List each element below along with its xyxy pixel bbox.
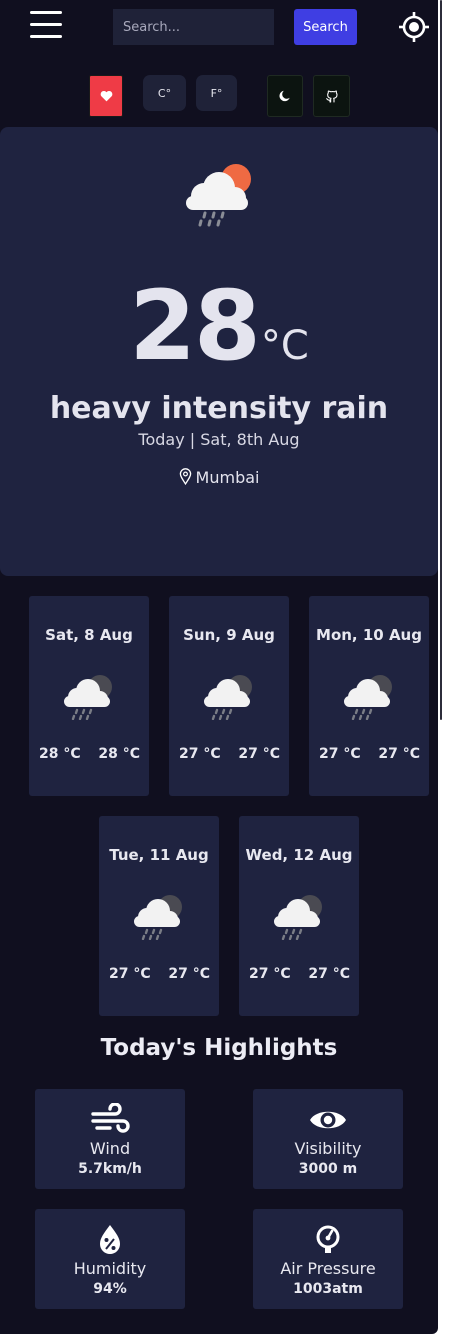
forecast-max-temp: 27 °C [109,966,151,982]
highlight-humidity: Humidity 94% [35,1209,185,1309]
forecast-day: Tue, 11 Aug [109,846,209,864]
humidity-drop-icon [100,1225,120,1254]
temperature-unit: °C [260,323,309,369]
location-pin-icon [179,468,191,486]
forecast-max-temp: 27 °C [249,966,291,982]
highlight-value: 5.7km/h [78,1161,142,1177]
location: Mumbai [0,468,438,487]
location-name: Mumbai [195,468,260,487]
rain-cloud-icon [341,670,397,721]
pressure-gauge-icon [316,1225,340,1253]
scrollbar[interactable] [440,0,442,720]
moon-icon [279,90,290,102]
temperature-value: 28 [129,270,261,382]
forecast-min-temp: 27 °C [238,746,280,762]
highlight-label: Humidity [73,1259,147,1278]
highlight-value: 94% [93,1281,127,1297]
forecast-card: Mon, 10 Aug 27 °C 27 °C [309,596,429,796]
current-location-icon[interactable] [398,11,430,43]
current-weather-card: 28°C heavy intensity rain Today | Sat, 8… [0,127,438,576]
forecast-min-temp: 28 °C [98,746,140,762]
highlights-title: Today's Highlights [100,1035,338,1061]
forecast-card: Tue, 11 Aug 27 °C 27 °C [99,816,219,1016]
eye-icon [310,1111,346,1129]
highlight-value: 1003atm [293,1281,363,1297]
forecast-min-temp: 27 °C [378,746,420,762]
rain-cloud-sun-icon [186,164,251,227]
forecast-day: Sat, 8 Aug [45,626,133,644]
forecast-card: Wed, 12 Aug 27 °C 27 °C [239,816,359,1016]
current-date: Today | Sat, 8th Aug [138,430,300,449]
forecast-max-temp: 27 °C [319,746,361,762]
forecast-card: Sun, 9 Aug 27 °C 27 °C [169,596,289,796]
forecast-card: Sat, 8 Aug 28 °C 28 °C [29,596,149,796]
highlight-visibility: Visibility 3000 m [253,1089,403,1189]
favorite-button[interactable] [89,75,123,117]
highlight-air-pressure: Air Pressure 1003atm [253,1209,403,1309]
rain-cloud-icon [271,890,327,941]
highlight-wind: Wind 5.7km/h [35,1089,185,1189]
weather-condition: heavy intensity rain [49,391,389,426]
forecast-min-temp: 27 °C [168,966,210,982]
highlight-value: 3000 m [298,1161,358,1177]
rain-cloud-icon [131,890,187,941]
forecast-max-temp: 28 °C [39,746,81,762]
search-button[interactable]: Search [294,9,357,45]
weather-app: Search C° F° [0,0,438,1334]
highlight-label: Wind [89,1139,131,1158]
hamburger-menu-icon[interactable] [30,11,62,39]
forecast-min-temp: 27 °C [308,966,350,982]
current-temperature: 28°C [0,270,438,382]
forecast-max-temp: 27 °C [179,746,221,762]
heart-icon [100,90,112,102]
highlight-label: Air Pressure [280,1259,376,1278]
github-icon [325,90,338,103]
forecast-day: Mon, 10 Aug [316,626,422,644]
forecast-day: Sun, 9 Aug [183,626,275,644]
wind-icon [91,1103,130,1133]
github-link[interactable] [313,75,350,117]
highlight-label: Visibility [294,1139,362,1158]
celsius-button[interactable]: C° [143,75,186,111]
fahrenheit-button[interactable]: F° [196,75,237,111]
dark-mode-toggle[interactable] [267,75,303,117]
rain-cloud-icon [61,670,117,721]
search-input[interactable] [113,9,274,45]
forecast-day: Wed, 12 Aug [245,846,353,864]
rain-cloud-icon [201,670,257,721]
